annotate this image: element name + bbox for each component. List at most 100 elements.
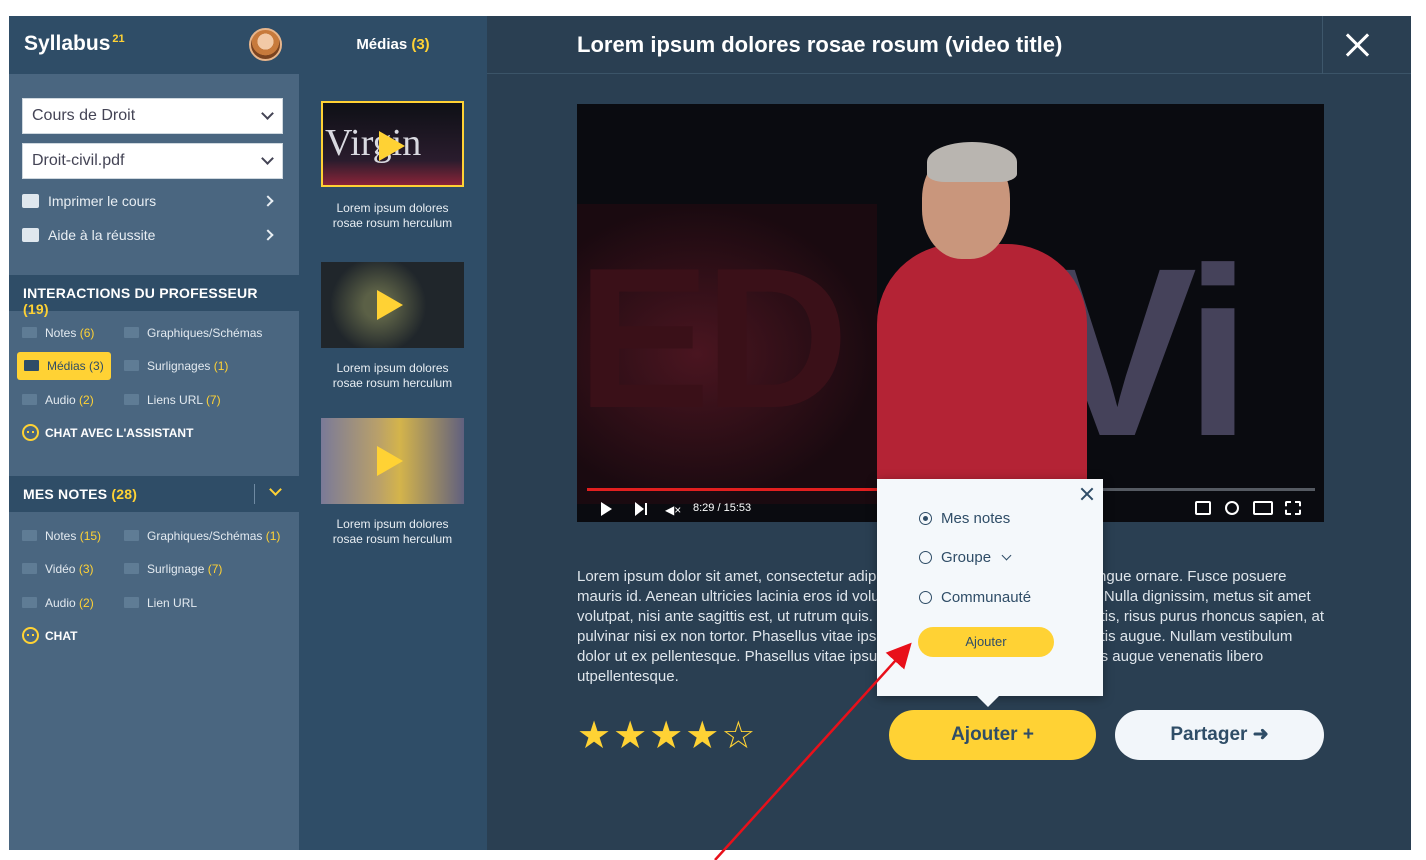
- chevron-down-icon: [261, 152, 274, 165]
- add-button[interactable]: Ajouter +: [889, 710, 1096, 760]
- prof-charts-label: Graphiques/Schémas: [147, 326, 263, 340]
- fullscreen-icon[interactable]: [1285, 501, 1301, 515]
- popup-add-button[interactable]: Ajouter: [918, 627, 1054, 657]
- chevron-down-icon[interactable]: [269, 483, 282, 496]
- main-header: Lorem ipsum dolores rosae rosum (video t…: [487, 16, 1411, 74]
- my-charts-label: Graphiques/Schémas: [147, 529, 263, 543]
- prof-audio-item[interactable]: Audio (2): [22, 389, 94, 411]
- prof-interactions-title: INTERACTIONS DU PROFESSEUR: [23, 285, 258, 301]
- chevron-down-icon[interactable]: [1001, 550, 1012, 561]
- chat-link[interactable]: CHAT: [22, 626, 77, 646]
- media-caption-line: Lorem ipsum dolores: [336, 201, 449, 215]
- video-title: Lorem ipsum dolores rosae rosum (video t…: [577, 32, 1063, 57]
- close-icon[interactable]: [1079, 486, 1095, 502]
- prof-links-label: Liens URL: [147, 393, 203, 407]
- my-charts-item[interactable]: Graphiques/Schémas (1): [124, 525, 280, 547]
- sidebar-header: Syllabus 21: [9, 16, 299, 74]
- play-icon: [379, 131, 405, 161]
- my-notes-header[interactable]: MES NOTES (28): [9, 476, 299, 512]
- radio-icon[interactable]: [919, 591, 932, 604]
- success-help-label: Aide à la réussite: [48, 227, 156, 243]
- media-caption-line: rosae rosum herculum: [332, 216, 453, 230]
- mute-icon[interactable]: ◀×: [665, 504, 681, 516]
- printer-icon: [22, 194, 39, 208]
- my-notes-title: MES NOTES: [23, 486, 108, 502]
- option-group[interactable]: Groupe: [919, 548, 1012, 568]
- subtitles-icon[interactable]: [1195, 501, 1211, 515]
- prof-media-item[interactable]: Médias (3): [17, 352, 111, 380]
- chart-icon: [124, 327, 139, 338]
- star-filled-icon[interactable]: ★: [613, 716, 647, 756]
- prof-notes-count: (6): [79, 326, 95, 340]
- course-select-value: Cours de Droit: [32, 107, 136, 124]
- prof-notes-item[interactable]: Notes (6): [22, 322, 94, 344]
- media-thumbnail[interactable]: [321, 262, 464, 348]
- prof-notes-label: Notes: [45, 326, 77, 340]
- chevron-right-icon: [262, 229, 274, 241]
- my-audio-item[interactable]: Audio (2): [22, 592, 94, 614]
- video-progress-fill: [587, 488, 886, 491]
- logo-text: Syllabus: [24, 32, 111, 55]
- prof-audio-count: (2): [79, 393, 94, 407]
- video-player[interactable]: ED Vi ◀× 8:29 / 15:53: [577, 104, 1324, 522]
- my-notes-item[interactable]: Notes (15): [22, 525, 101, 547]
- prof-media-label: Médias: [47, 359, 86, 373]
- graduation-cap-icon: [22, 228, 39, 242]
- my-video-count: (3): [78, 562, 94, 576]
- gear-icon[interactable]: [1225, 501, 1239, 515]
- stage-letters: ED: [577, 227, 849, 450]
- chevron-down-icon: [261, 107, 274, 120]
- my-audio-label: Audio: [45, 596, 76, 610]
- notes-icon: [22, 327, 37, 338]
- theater-mode-icon[interactable]: [1253, 501, 1273, 515]
- option-community[interactable]: Communauté: [919, 588, 1031, 608]
- prof-highlights-label: Surlignages: [147, 359, 211, 373]
- media-caption: Lorem ipsum dolores rosae rosum herculum: [315, 361, 470, 391]
- print-course-link[interactable]: Imprimer le cours: [22, 193, 274, 213]
- star-filled-icon[interactable]: ★: [649, 716, 683, 756]
- my-video-item[interactable]: Vidéo (3): [22, 558, 94, 580]
- my-link-item[interactable]: Lien URL: [124, 592, 197, 614]
- main-panel: Lorem ipsum dolores rosae rosum (video t…: [487, 16, 1411, 850]
- media-caption-line: Lorem ipsum dolores: [336, 361, 449, 375]
- option-community-label: Communauté: [941, 589, 1032, 606]
- prof-links-item[interactable]: Liens URL (7): [124, 389, 221, 411]
- star-empty-icon[interactable]: ☆: [721, 716, 755, 756]
- option-my-notes[interactable]: Mes notes: [919, 509, 1010, 529]
- avatar[interactable]: [249, 28, 282, 61]
- video-icon: [22, 563, 37, 574]
- skip-next-icon[interactable]: [635, 502, 649, 516]
- prof-highlights-item[interactable]: Surlignages (1): [124, 355, 228, 377]
- rating-stars[interactable]: ★★★★☆: [577, 716, 757, 756]
- play-icon[interactable]: [601, 502, 612, 516]
- prof-highlights-count: (1): [213, 359, 229, 373]
- prof-interactions-header[interactable]: INTERACTIONS DU PROFESSEUR (19): [9, 275, 299, 317]
- media-thumbnail[interactable]: [321, 418, 464, 504]
- radio-selected-icon[interactable]: [919, 512, 932, 525]
- media-thumbnail[interactable]: Virgin: [321, 101, 464, 187]
- close-icon[interactable]: [1343, 30, 1373, 60]
- option-group-label: Groupe: [941, 549, 992, 566]
- logo[interactable]: Syllabus 21: [24, 32, 125, 56]
- my-highlight-count: (7): [207, 562, 223, 576]
- chat-label: CHAT: [45, 629, 78, 643]
- star-filled-icon[interactable]: ★: [685, 716, 719, 756]
- my-highlight-item[interactable]: Surlignage (7): [124, 558, 222, 580]
- my-audio-count: (2): [79, 596, 94, 610]
- share-button[interactable]: Partager ➜: [1115, 710, 1324, 760]
- sidebar: Syllabus 21 Cours de Droit Droit-civil.pd…: [9, 16, 299, 850]
- assistant-chat-link[interactable]: CHAT AVEC L'ASSISTANT: [22, 423, 193, 443]
- prof-charts-item[interactable]: Graphiques/Schémas: [124, 322, 262, 344]
- my-charts-count: (1): [265, 529, 281, 543]
- media-caption: Lorem ipsum dolores rosae rosum herculum: [315, 517, 470, 547]
- radio-icon[interactable]: [919, 551, 932, 564]
- success-help-link[interactable]: Aide à la réussite: [22, 227, 274, 247]
- star-filled-icon[interactable]: ★: [577, 716, 611, 756]
- media-title-label: Médias: [356, 36, 408, 53]
- thumbnail-stage-text: Virgin: [325, 122, 422, 164]
- file-select[interactable]: Droit-civil.pdf: [22, 143, 283, 179]
- prof-links-count: (7): [205, 393, 221, 407]
- my-video-label: Vidéo: [45, 562, 76, 576]
- prof-interactions-count: (19): [23, 301, 49, 317]
- course-select[interactable]: Cours de Droit: [22, 98, 283, 134]
